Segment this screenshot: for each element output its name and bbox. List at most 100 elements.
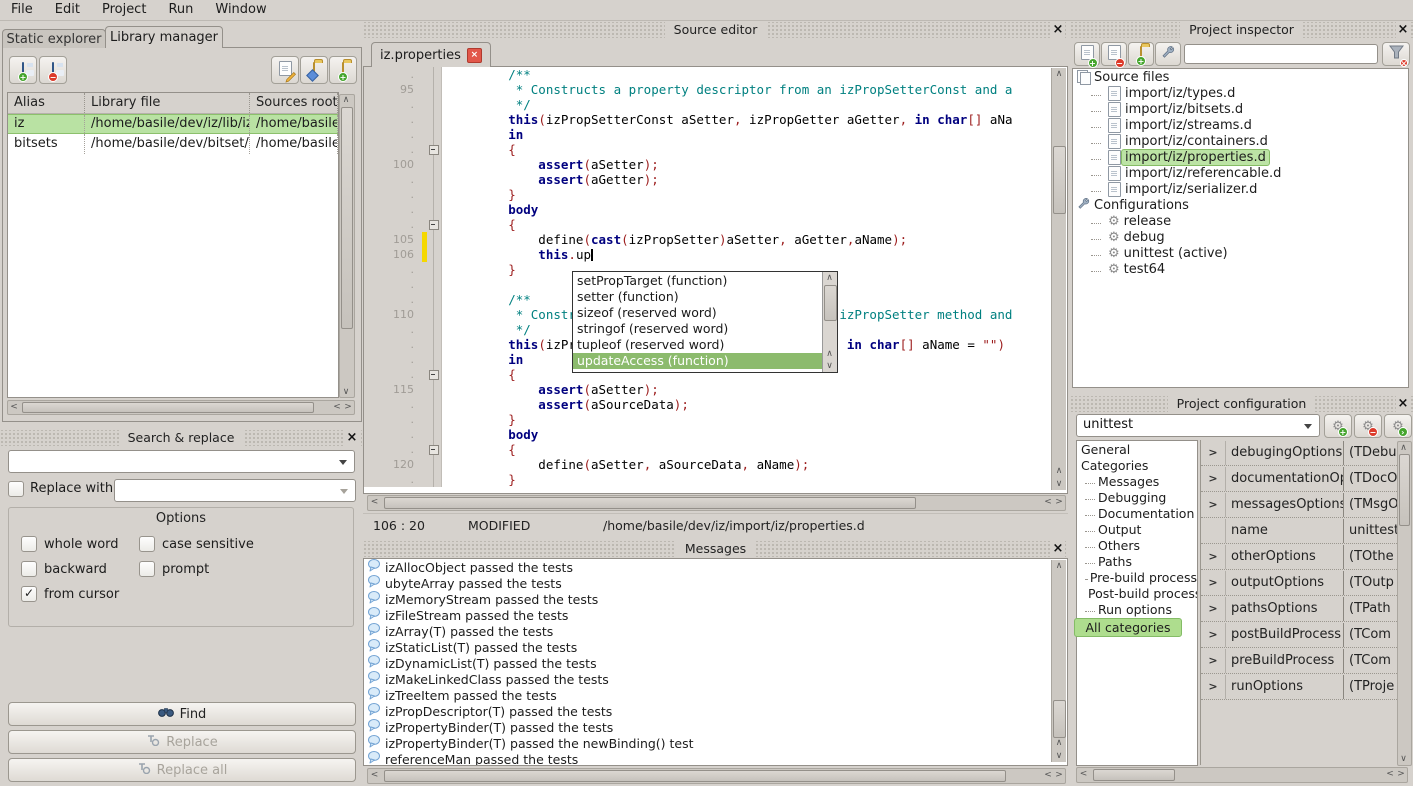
property-row-name[interactable]: nameunittest (1201, 518, 1397, 544)
completion-item[interactable]: setPropTarget (function) (573, 273, 822, 289)
replace-checkbox[interactable] (8, 481, 24, 497)
checkbox[interactable] (21, 536, 37, 552)
library-from-project-button[interactable] (300, 56, 328, 84)
close-icon[interactable]: × (1396, 22, 1410, 38)
tree-item-release[interactable]: ⚙release (1073, 213, 1408, 229)
tab-static-explorer[interactable]: Static explorer (2, 29, 106, 48)
message-item[interactable]: izPropertyBinder(T) passed the newBindin… (364, 735, 1067, 751)
completion-item[interactable]: setter (function) (573, 289, 822, 305)
editor-tab[interactable]: iz.properties × (371, 42, 491, 67)
message-item[interactable]: izDynamicList(T) passed the tests (364, 655, 1067, 671)
tree-item-import-iz-containers-d[interactable]: import/iz/containers.d (1073, 133, 1408, 149)
remove-configuration-button[interactable]: ⚙− (1354, 414, 1382, 438)
column-header[interactable]: Sources root (250, 93, 338, 113)
menu-item-project[interactable]: Project (91, 0, 157, 20)
find-button[interactable]: Find (8, 702, 356, 726)
library-table-header[interactable]: AliasLibrary fileSources root (8, 93, 338, 114)
menu-item-file[interactable]: File (0, 0, 44, 20)
tree-item-import-iz-properties-d[interactable]: import/iz/properties.d (1073, 149, 1408, 165)
project-inspector-tree[interactable]: Source filesimport/iz/types.dimport/iz/b… (1072, 68, 1409, 388)
fold-collapse-icon[interactable] (429, 370, 439, 380)
add-configuration-button[interactable]: ⚙+ (1324, 414, 1352, 438)
property-row-postBuildProcess[interactable]: >postBuildProcess(TCom (1201, 622, 1397, 648)
remove-library-button[interactable]: − (39, 56, 67, 84)
category-others[interactable]: Others (1077, 537, 1197, 553)
editor-vscrollbar[interactable]: ∧ ∧ ∨ (1051, 68, 1066, 490)
all-categories-button[interactable]: All categories (1074, 618, 1182, 637)
tree-item-configurations[interactable]: Configurations (1073, 197, 1408, 213)
completion-item[interactable]: tupleof (reserved word) (573, 337, 822, 353)
fold-collapse-icon[interactable] (429, 445, 439, 455)
category-paths[interactable]: Paths (1077, 553, 1197, 569)
editor-hscrollbar[interactable]: < < > (367, 495, 1066, 511)
completion-scrollbar[interactable]: ∧ ∧ ∨ (822, 272, 837, 372)
add-library-button[interactable]: + (9, 56, 37, 84)
message-item[interactable]: izMemoryStream passed the tests (364, 591, 1067, 607)
fold-margin[interactable] (427, 142, 442, 157)
completion-item[interactable]: updateAccess (function) (573, 353, 822, 369)
property-row-pathsOptions[interactable]: >pathsOptions(TPath (1201, 596, 1397, 622)
menu-item-window[interactable]: Window (204, 0, 277, 20)
close-icon[interactable]: × (1051, 541, 1065, 557)
completion-item[interactable]: stringof (reserved word) (573, 321, 822, 337)
table-row[interactable]: iz/home/basile/dev/iz/lib/iz./home/basil… (8, 114, 338, 134)
tree-item-debug[interactable]: ⚙debug (1073, 229, 1408, 245)
category-messages[interactable]: Messages (1077, 473, 1197, 489)
property-row-runOptions[interactable]: >runOptions(TProje (1201, 674, 1397, 700)
menu-item-edit[interactable]: Edit (44, 0, 91, 20)
fold-collapse-icon[interactable] (429, 145, 439, 155)
tree-item-import-iz-referencable-d[interactable]: import/iz/referencable.d (1073, 165, 1408, 181)
close-icon[interactable]: × (1396, 396, 1410, 412)
category-post-build-process[interactable]: Post-build process (1077, 585, 1197, 601)
expand-icon[interactable]: > (1201, 628, 1225, 641)
property-row-outputOptions[interactable]: >outputOptions(TOutp (1201, 570, 1397, 596)
option-from-cursor[interactable]: ✓from cursor (21, 586, 139, 602)
add-source-button[interactable]: + (1074, 42, 1100, 66)
message-item[interactable]: izPropertyBinder(T) passed the tests (364, 719, 1067, 735)
project-settings-button[interactable] (1155, 42, 1181, 66)
completion-item[interactable]: sizeof (reserved word) (573, 305, 822, 321)
tree-item-import-iz-types-d[interactable]: import/iz/types.d (1073, 85, 1408, 101)
configuration-categories[interactable]: GeneralCategoriesMessagesDebuggingDocume… (1076, 440, 1198, 766)
configuration-grid[interactable]: >debugingOptions(TDebu>documentationOpti… (1200, 440, 1397, 765)
replace-input[interactable] (114, 479, 356, 502)
configuration-select[interactable]: unittest (1076, 414, 1320, 437)
category-documentation[interactable]: Documentation (1077, 505, 1197, 521)
replace-button[interactable]: Replace (8, 730, 356, 754)
tree-item-unittest-active-[interactable]: ⚙unittest (active) (1073, 245, 1408, 261)
message-item[interactable]: izArray(T) passed the tests (364, 623, 1067, 639)
add-folder-button[interactable]: + (1128, 42, 1154, 66)
checkbox[interactable] (139, 561, 155, 577)
inspector-filter-input[interactable] (1184, 44, 1378, 64)
message-item[interactable]: izTreeItem passed the tests (364, 687, 1067, 703)
table-row[interactable]: bitsets/home/basile/dev/bitset/l/home/ba… (8, 134, 338, 154)
tab-library-manager[interactable]: Library manager (105, 26, 223, 48)
expand-icon[interactable]: > (1201, 654, 1225, 667)
expand-icon[interactable]: > (1201, 550, 1225, 563)
category-output[interactable]: Output (1077, 521, 1197, 537)
message-item[interactable]: izStaticList(T) passed the tests (364, 639, 1067, 655)
tree-item-import-iz-streams-d[interactable]: import/iz/streams.d (1073, 117, 1408, 133)
category-categories[interactable]: Categories (1077, 457, 1197, 473)
category-run-options[interactable]: Run options (1077, 601, 1197, 617)
grid-vscrollbar[interactable]: ∧ ∨ (1397, 441, 1412, 766)
message-item[interactable]: ubyteArray passed the tests (364, 575, 1067, 591)
expand-icon[interactable]: > (1201, 680, 1225, 693)
messages-vscrollbar[interactable]: ∧ ∧ ∨ (1051, 560, 1066, 762)
property-row-documentationOptions[interactable]: >documentationOptions(TDocO (1201, 466, 1397, 492)
option-whole-word[interactable]: whole word (21, 536, 139, 552)
replace-all-button[interactable]: Replace all (8, 758, 356, 782)
column-header[interactable]: Library file (85, 93, 250, 113)
editor-body[interactable]: . /**95 * Constructs a property descript… (363, 66, 1068, 494)
fold-margin[interactable] (427, 367, 442, 382)
property-row-otherOptions[interactable]: >otherOptions(TOthe (1201, 544, 1397, 570)
message-item[interactable]: izMakeLinkedClass passed the tests (364, 671, 1067, 687)
category-pre-build-process[interactable]: Pre-build process (1077, 569, 1197, 585)
expand-icon[interactable]: > (1201, 472, 1225, 485)
checkbox[interactable]: ✓ (21, 586, 37, 602)
search-input[interactable] (8, 450, 355, 473)
messages-list[interactable]: izAllocObject passed the testsubyteArray… (363, 558, 1068, 766)
close-icon[interactable]: × (1051, 22, 1065, 38)
tree-item-test64[interactable]: ⚙test64 (1073, 261, 1408, 277)
fold-margin[interactable] (427, 217, 442, 232)
